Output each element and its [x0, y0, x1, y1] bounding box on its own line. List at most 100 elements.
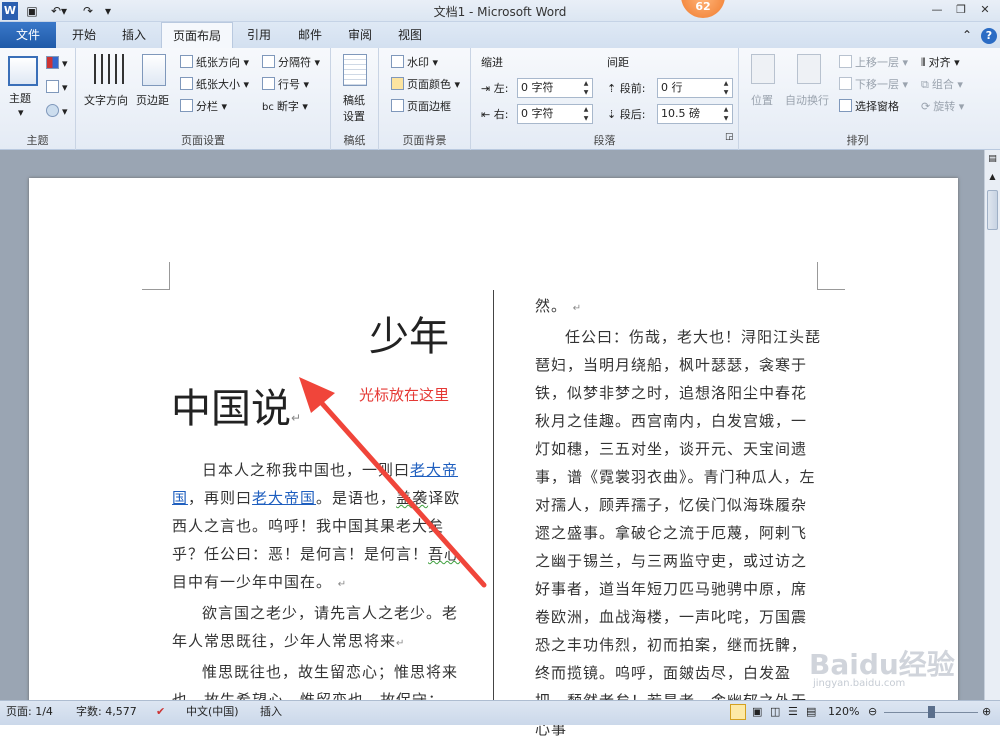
group-page-background: 水印 ▾ 页面颜色 ▾ 页面边框 页面背景	[379, 48, 471, 150]
scroll-up-icon[interactable]: ▲	[987, 172, 998, 182]
paragraph: 欲言国之老少，请先言人之老少。老年人常思既往，少年人常思将来↵	[172, 604, 459, 650]
selection-pane-button[interactable]: 选择窗格	[839, 98, 899, 114]
spacing-before-label: 段前:	[619, 82, 646, 95]
tab-home[interactable]: 开始	[62, 22, 106, 48]
page-color-icon	[391, 77, 404, 90]
ribbon-tabs: 文件 开始 插入 页面布局 引用 邮件 审阅 视图 ⌃ ?	[0, 22, 1000, 49]
columns-button[interactable]: 分栏 ▾	[180, 98, 227, 114]
orientation-button[interactable]: 纸张方向 ▾	[180, 54, 249, 70]
indent-label: 缩进	[481, 56, 503, 69]
draft-setup-button[interactable]: 稿纸	[343, 92, 365, 108]
restore-icon[interactable]: ❐	[952, 1, 970, 19]
group-button[interactable]: ⧉ 组合 ▾	[921, 76, 963, 92]
tab-mailings[interactable]: 邮件	[288, 22, 332, 48]
themes-button[interactable]: 主题	[9, 90, 31, 106]
position-icon[interactable]	[751, 54, 775, 84]
align-button[interactable]: ⫴ 对齐 ▾	[921, 54, 960, 70]
rotate-icon: ⟳	[921, 100, 931, 113]
margins-icon[interactable]	[142, 54, 166, 86]
tab-references[interactable]: 引用	[238, 22, 280, 48]
send-backward-icon	[839, 77, 852, 90]
tab-file[interactable]: 文件	[0, 22, 56, 48]
position-button[interactable]: 位置	[751, 92, 773, 108]
wrap-text-icon[interactable]	[797, 54, 821, 84]
draft-view-icon[interactable]: ▤	[806, 701, 816, 723]
margins-button[interactable]: 页边距	[136, 92, 169, 108]
column-separator	[493, 290, 494, 710]
word-count[interactable]: 字数: 4,577	[76, 701, 137, 723]
right-column-text[interactable]: 然。 ↵ 任公曰：伤哉，老大也！浔阳江头琵琶妇，当明月绕船，枫叶瑟瑟，衾寒于铁，…	[535, 292, 821, 743]
zoom-in-icon[interactable]: ⊕	[982, 701, 991, 723]
full-screen-view-icon[interactable]: ▣	[752, 701, 762, 723]
tab-review[interactable]: 审阅	[338, 22, 382, 48]
document-page[interactable]: 少年 中国说↵ 光标放在这里 日本人之称我中国也，一则曰老大帝国，再则曰老大帝国…	[29, 178, 958, 738]
hyphenation-icon: bc	[262, 102, 274, 113]
page-count[interactable]: 页面: 1/4	[6, 701, 53, 723]
themes-icon[interactable]	[8, 56, 38, 86]
group-page-setup: 文字方向 页边距 纸张方向 ▾ 纸张大小 ▾ 分栏 ▾ 分隔符 ▾ 行号 ▾ b…	[76, 48, 331, 150]
minimize-icon[interactable]: —	[928, 1, 946, 19]
draft-setup-button-line2[interactable]: 设置	[343, 108, 365, 124]
rotate-button[interactable]: ⟳ 旋转 ▾	[921, 98, 964, 114]
spacing-after-label: 段后:	[619, 108, 646, 121]
page-borders-button[interactable]: 页面边框	[391, 98, 451, 114]
collapse-ribbon-icon[interactable]: ⌃	[960, 22, 974, 48]
window-title: 文档1 - Microsoft Word	[433, 5, 567, 19]
watermark-button[interactable]: 水印 ▾	[391, 54, 438, 70]
margin-corner-tl	[142, 262, 170, 290]
theme-colors-icon[interactable]: ▾	[46, 56, 68, 70]
theme-fonts-icon[interactable]: ▾	[46, 80, 68, 94]
status-bar: 页面: 1/4 字数: 4,577 ✔ 中文(中国) 插入 ▣ ◫ ☰ ▤ 12…	[0, 700, 1000, 725]
send-backward-button[interactable]: 下移一层 ▾	[839, 76, 908, 92]
text-direction-button[interactable]: 文字方向	[84, 92, 128, 108]
scroll-thumb[interactable]	[987, 190, 998, 230]
hyphenation-button[interactable]: bc 断字 ▾	[262, 98, 308, 114]
zoom-out-icon[interactable]: ⊖	[868, 701, 877, 723]
zoom-slider-thumb[interactable]	[928, 706, 935, 718]
group-themes: 主题 ▾ ▾ ▾ ▾ 主题	[0, 48, 76, 150]
breaks-icon	[262, 55, 275, 68]
draft-paper-icon[interactable]	[343, 54, 367, 86]
tab-page-layout[interactable]: 页面布局	[161, 22, 233, 49]
size-button[interactable]: 纸张大小 ▾	[180, 76, 249, 92]
tab-insert[interactable]: 插入	[112, 22, 156, 48]
group-label-draft: 稿纸	[343, 134, 366, 147]
spacing-after-input[interactable]: 10.5 磅 ▲ ▼	[657, 104, 733, 124]
bring-forward-button[interactable]: 上移一层 ▾	[839, 54, 908, 70]
outline-view-icon[interactable]: ☰	[788, 701, 798, 723]
help-icon[interactable]: ?	[981, 28, 997, 44]
line-numbers-button[interactable]: 行号 ▾	[262, 76, 309, 92]
indent-right-input[interactable]: 0 字符 ▲ ▼	[517, 104, 593, 124]
indent-left-input[interactable]: 0 字符 ▲ ▼	[517, 78, 593, 98]
web-layout-view-icon[interactable]: ◫	[770, 701, 780, 723]
vertical-scrollbar[interactable]: ▤ ▲	[984, 150, 1000, 700]
watermark-icon	[391, 55, 404, 68]
breaks-button[interactable]: 分隔符 ▾	[262, 54, 320, 70]
watermark-url: jingyan.baidu.com	[813, 678, 906, 689]
spacing-before-input[interactable]: 0 行 ▲ ▼	[657, 78, 733, 98]
size-icon	[180, 77, 193, 90]
ribbon: 主题 ▾ ▾ ▾ ▾ 主题 文字方向 页边距 纸张方向 ▾ 纸张大小 ▾ 分栏 …	[0, 48, 1000, 150]
align-icon: ⫴	[921, 56, 926, 69]
proofing-icon[interactable]: ✔	[156, 701, 165, 723]
ruler-toggle-icon[interactable]: ▤	[987, 154, 998, 166]
paragraph: 任公曰：伤哉，老大也！浔阳江头琵琶妇，当明月绕船，枫叶瑟瑟，衾寒于铁，似梦非梦之…	[535, 328, 822, 738]
page-color-button[interactable]: 页面颜色 ▾	[391, 76, 460, 92]
print-layout-view-icon[interactable]	[730, 704, 746, 720]
text-direction-icon[interactable]	[94, 54, 124, 84]
insert-mode[interactable]: 插入	[260, 701, 282, 723]
group-label-page-background: 页面背景	[402, 134, 447, 147]
wrap-text-button[interactable]: 自动换行	[785, 92, 829, 108]
document-area: 少年 中国说↵ 光标放在这里 日本人之称我中国也，一则曰老大帝国，再则曰老大帝国…	[0, 150, 984, 738]
line-numbers-icon	[262, 77, 275, 90]
doc-title-part2[interactable]: 中国说↵	[171, 376, 301, 434]
language[interactable]: 中文(中国)	[186, 701, 239, 723]
indent-left-icon: ⇥	[481, 82, 491, 95]
page-borders-icon	[391, 99, 404, 112]
tab-view[interactable]: 视图	[388, 22, 432, 48]
selection-pane-icon	[839, 99, 852, 112]
theme-effects-icon[interactable]: ▾	[46, 104, 68, 118]
close-icon[interactable]: ✕	[976, 1, 994, 19]
zoom-level[interactable]: 120%	[828, 701, 859, 723]
group-label-paragraph: 段落	[593, 134, 616, 147]
